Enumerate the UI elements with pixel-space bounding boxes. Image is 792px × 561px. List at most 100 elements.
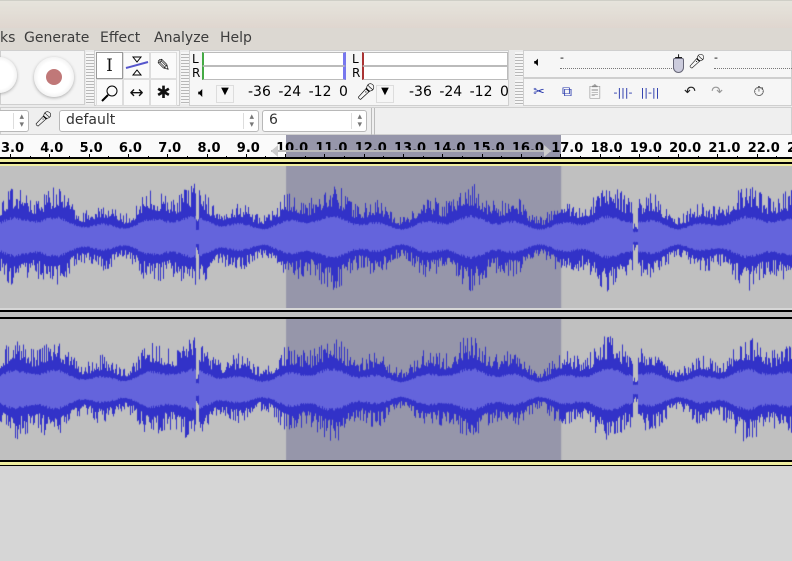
meter-toolbar: L R L R 🔈︎ ▼ -36 -24 -12 0 🎤︎ ▼ -36 -24 …	[189, 50, 509, 106]
spin-arrows-icon: ▴ ▾	[243, 113, 254, 130]
copy-icon: ⧉	[562, 84, 572, 100]
microphone-icon: 🎤︎	[356, 82, 377, 101]
redo-button[interactable]: ↷	[704, 79, 730, 105]
ruler-label: 15.0	[472, 141, 505, 156]
skip-end-button[interactable]	[0, 57, 17, 93]
ruler-label: 17.0	[551, 141, 584, 156]
spin-arrows-icon: ▴ ▾	[351, 113, 362, 130]
record-volume-slider[interactable]	[714, 68, 792, 69]
playback-meter-left-label: L	[192, 52, 199, 66]
undo-icon: ↶	[684, 84, 696, 100]
transport-toolbar	[0, 50, 85, 105]
selection-end-handle[interactable]	[544, 145, 551, 157]
divider	[374, 108, 375, 135]
selection-start-handle[interactable]	[271, 145, 278, 157]
magnifier-icon	[100, 85, 117, 102]
empty-track-area[interactable]	[0, 468, 792, 561]
mixer-toolbar: 🔈︎ - + 🎤︎ -	[523, 50, 792, 78]
trim-button[interactable]: -|||-	[610, 79, 636, 105]
ruler-label: 14.0	[433, 141, 466, 156]
microphone-icon: 🎤︎	[688, 54, 706, 70]
menu-analyze[interactable]: Analyze	[154, 30, 209, 46]
scissors-icon: ✂	[533, 84, 545, 100]
asterisk-icon: ✱	[156, 82, 171, 103]
toolbar-grip[interactable]	[515, 80, 523, 105]
menu-help[interactable]: Help	[220, 30, 252, 46]
microphone-icon: 🎤︎	[34, 110, 54, 128]
input-device-value: default	[66, 112, 116, 128]
ruler-label: 5.0	[79, 141, 103, 156]
ruler-label: 12.0	[354, 141, 387, 156]
ruler-label: 6.0	[118, 141, 142, 156]
menu-bar: ks Generate Effect Analyze Help	[0, 28, 792, 50]
host-select[interactable]: ▴ ▾	[0, 110, 29, 132]
ruler-label: 21.0	[708, 141, 741, 156]
undo-button[interactable]: ↶	[677, 79, 703, 105]
timer-icon: ⏱︎	[753, 84, 765, 100]
playback-meter-menu-button[interactable]: ▼	[216, 85, 234, 103]
menu-generate[interactable]: Generate	[24, 30, 89, 46]
record-meter-left[interactable]	[362, 52, 508, 66]
waveform-right-channel[interactable]	[0, 319, 792, 460]
selection-range-line	[271, 150, 551, 152]
pencil-icon: ✎	[156, 55, 171, 76]
playback-volume-thumb[interactable]	[673, 58, 684, 73]
record-button[interactable]	[34, 57, 74, 97]
silence-icon: ||-||	[640, 85, 660, 99]
toolbar-grip[interactable]	[515, 52, 523, 77]
edit-toolbar: ✂ ⧉ 📋︎ -|||- ||-|| ↶ ↷ ⏱︎	[523, 78, 792, 106]
ruler-label: 8.0	[197, 141, 221, 156]
device-toolbar: ▴ ▾ 🎤︎ default ▴ ▾ 6 ▴ ▾	[0, 107, 792, 135]
ruler-label: 7.0	[158, 141, 182, 156]
playback-meter-right[interactable]	[202, 66, 346, 80]
ruler-label: 10.0	[276, 141, 309, 156]
draw-tool[interactable]: ✎	[150, 52, 177, 79]
window-titlebar	[0, 0, 792, 28]
sync-lock-button[interactable]: ⏱︎	[746, 79, 772, 105]
paste-icon: 📋︎	[586, 84, 604, 100]
multi-tool[interactable]: ✱	[150, 79, 177, 106]
menu-effect[interactable]: Effect	[100, 30, 140, 46]
playback-meter-left[interactable]	[202, 52, 346, 66]
input-channels-value: 6	[269, 112, 278, 128]
record-meter-menu-button[interactable]: ▼	[376, 85, 394, 103]
envelope-tool[interactable]	[123, 52, 150, 79]
record-meter-scale: -36 -24 -12 0	[409, 84, 509, 100]
track-yellow-border	[0, 164, 792, 166]
ruler-label: 3.0	[1, 141, 25, 156]
silence-button[interactable]: ||-||	[637, 79, 663, 105]
ruler-label: 22.0	[747, 141, 780, 156]
playback-meter-scale: -36 -24 -12 0	[248, 84, 348, 100]
spin-arrows-icon: ▴ ▾	[13, 113, 24, 130]
paste-button[interactable]: 📋︎	[582, 79, 608, 105]
trim-icon: -|||-	[613, 85, 633, 99]
input-device-select[interactable]: default ▴ ▾	[59, 110, 259, 132]
ruler-label: 11.0	[315, 141, 348, 156]
copy-button[interactable]: ⧉	[554, 79, 580, 105]
ruler-label: 4.0	[40, 141, 64, 156]
volume-min-label: -	[560, 51, 564, 64]
cut-button[interactable]: ✂	[526, 79, 552, 105]
tracks-area[interactable]	[0, 162, 792, 468]
playback-volume-slider[interactable]	[560, 68, 680, 69]
i-beam-icon: I	[106, 55, 113, 76]
zoom-tool[interactable]	[96, 79, 123, 106]
timeline-ruler[interactable]: 3.0 4.0 5.0 6.0 7.0 8.0 9.0 10.0 11.0 12.0 13.0 14.…	[0, 135, 792, 162]
ruler-label: 18.0	[590, 141, 623, 156]
ruler-label: 16.0	[511, 141, 544, 156]
speaker-icon: 🔈︎	[534, 55, 542, 70]
selection-tool[interactable]: I	[96, 52, 123, 79]
ruler-label: 19.0	[629, 141, 662, 156]
envelope-icon	[125, 56, 148, 75]
waveform-left-channel[interactable]	[0, 166, 792, 308]
toolbar-grip[interactable]	[86, 52, 94, 104]
ruler-label: 13.0	[394, 141, 427, 156]
ruler-label: 23	[787, 141, 792, 156]
input-channels-select[interactable]: 6 ▴ ▾	[262, 110, 367, 132]
record-icon	[46, 69, 62, 85]
toolbar-grip[interactable]	[181, 52, 189, 104]
menu-tracks[interactable]: ks	[0, 30, 15, 46]
record-meter-right[interactable]	[362, 66, 508, 80]
ruler-label: 20.0	[669, 141, 702, 156]
timeshift-tool[interactable]: ↔	[123, 79, 150, 106]
